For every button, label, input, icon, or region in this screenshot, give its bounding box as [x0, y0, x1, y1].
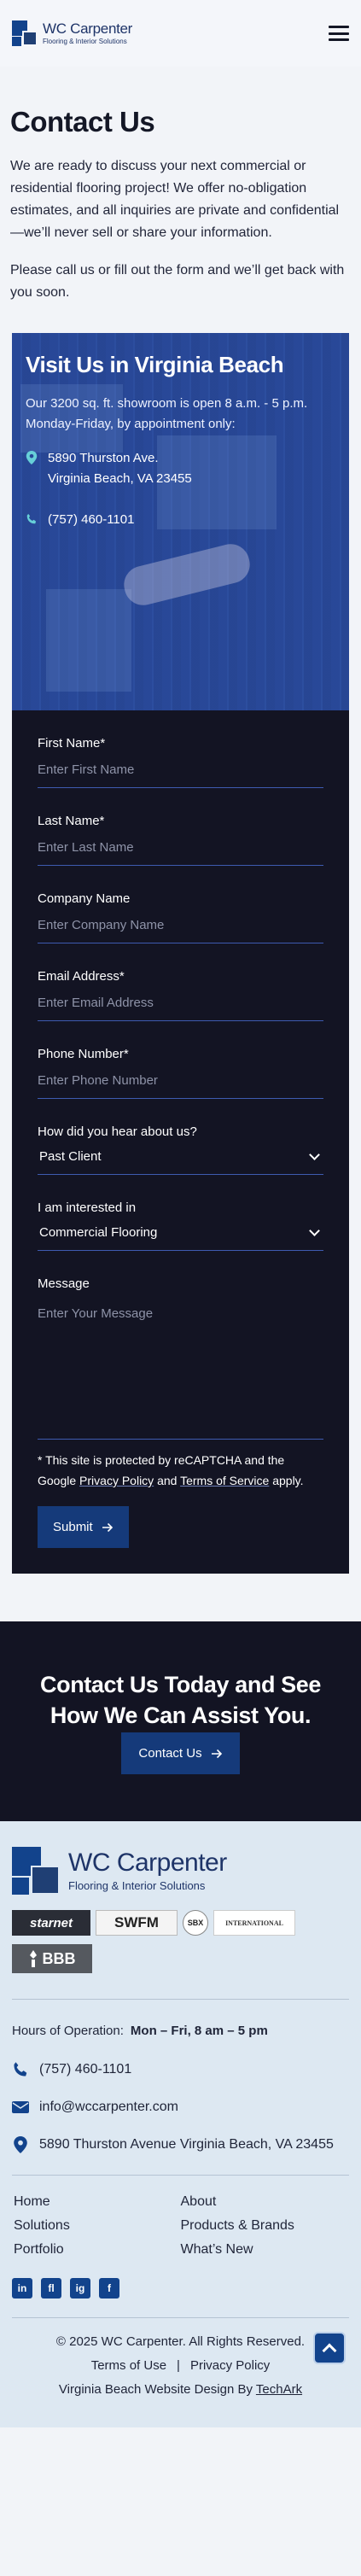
- site-footer: WC Carpenter Flooring & Interior Solutio…: [0, 1821, 361, 2427]
- intro-paragraph: Please call us or fill out the form and …: [10, 263, 345, 300]
- menu-icon[interactable]: [329, 26, 349, 41]
- address-line: 5890 Thurston Ave.: [48, 451, 159, 465]
- linkedin-icon[interactable]: in: [12, 2278, 32, 2299]
- page-title: Contact Us: [10, 106, 155, 137]
- international-badge: INTERNATIONAL: [213, 1910, 295, 1936]
- last-name-label: Last Name*: [38, 814, 105, 828]
- footer-brand-tagline: Flooring & Interior Solutions: [68, 1878, 206, 1892]
- intro-paragraph: We are ready to discuss your next commer…: [10, 159, 340, 240]
- bbb-badge: BBB: [12, 1944, 92, 1973]
- footer-email[interactable]: info@wccarpenter.com: [12, 2096, 349, 2118]
- footer-link-about[interactable]: About: [181, 2194, 348, 2210]
- facebook-icon[interactable]: f: [99, 2278, 119, 2299]
- recaptcha-notice: * This site is protected by reCAPTCHA an…: [38, 1453, 304, 1487]
- phone-input[interactable]: Enter Phone Number: [38, 1073, 323, 1099]
- hours-value: Mon – Fri, 8 am – 5 pm: [130, 2024, 268, 2038]
- visit-phone[interactable]: (757) 460-1101: [26, 510, 335, 530]
- intro-section: Contact Us We are ready to discuss your …: [0, 67, 361, 304]
- visit-description: Our 3200 sq. ft. showroom is open 8 a.m.…: [26, 396, 308, 431]
- first-name-input[interactable]: Enter First Name: [38, 762, 323, 788]
- footer-divider: [12, 2175, 349, 2176]
- submit-button-label: Submit: [53, 1520, 93, 1534]
- brand-tagline: Flooring & Interior Solutions: [43, 38, 127, 45]
- company-input[interactable]: Enter Company Name: [38, 918, 323, 943]
- interest-select-value: Commercial Flooring: [39, 1225, 158, 1240]
- visit-title: Visit Us in Virginia Beach: [26, 352, 284, 377]
- bbb-torch-icon: [29, 1950, 37, 1967]
- submit-button[interactable]: Submit: [38, 1506, 129, 1548]
- phone-icon: [14, 2062, 27, 2077]
- visit-card: Visit Us in Virginia Beach Our 3200 sq. …: [12, 333, 349, 710]
- starnet-badge: starnet: [12, 1910, 90, 1936]
- footer-link-products-brands[interactable]: Products & Brands: [181, 2218, 348, 2234]
- certification-badges: starnet SWFM SBX INTERNATIONAL BBB: [12, 1910, 349, 1973]
- visit-address: 5890 Thurston Ave. Virginia Beach, VA 23…: [26, 448, 335, 489]
- back-to-top-button[interactable]: [313, 2332, 346, 2364]
- privacy-policy-link[interactable]: Privacy Policy: [79, 1474, 154, 1487]
- social-links: in fl ig f: [12, 2278, 349, 2299]
- copyright: © 2025 WC Carpenter. All Rights Reserved…: [55, 2334, 306, 2349]
- chevron-up-icon: [322, 2343, 337, 2358]
- footer-link-home[interactable]: Home: [14, 2194, 181, 2210]
- footer-brand-name: WC Carpenter: [68, 1848, 227, 1877]
- footer-link-solutions[interactable]: Solutions: [14, 2218, 181, 2234]
- privacy-policy-link[interactable]: Privacy Policy: [190, 2358, 270, 2373]
- first-name-label: First Name*: [38, 736, 106, 751]
- envelope-icon: [12, 2101, 29, 2113]
- footer-legal: © 2025 WC Carpenter. All Rights Reserved…: [12, 2330, 349, 2402]
- last-name-input[interactable]: Enter Last Name: [38, 840, 323, 866]
- cta-title: Contact Us Today and See How We Can Assi…: [40, 1672, 321, 1726]
- interest-select[interactable]: Commercial Flooring: [38, 1220, 323, 1251]
- instagram-icon[interactable]: ig: [70, 2278, 90, 2299]
- email-input[interactable]: Enter Email Address: [38, 996, 323, 1021]
- site-header: WC Carpenter Flooring & Interior Solutio…: [0, 0, 361, 67]
- contact-us-button[interactable]: Contact Us: [121, 1732, 240, 1774]
- map-pin-icon: [26, 451, 38, 464]
- sbx-badge: SBX: [183, 1910, 208, 1936]
- footer-divider: [12, 1999, 349, 2000]
- email-label: Email Address*: [38, 969, 125, 984]
- arrow-right-icon: [211, 1749, 222, 1758]
- map-pin-icon: [14, 2136, 27, 2153]
- site-logo[interactable]: WC Carpenter Flooring & Interior Solutio…: [12, 20, 132, 46]
- contact-form: First Name* Enter First Name Last Name* …: [12, 710, 349, 1574]
- logo-mark-icon: [12, 1847, 60, 1895]
- arrow-right-icon: [102, 1522, 113, 1532]
- footer-link-whats-new[interactable]: What’s New: [181, 2242, 348, 2258]
- brand-name: WC Carpenter: [43, 20, 133, 37]
- footer-nav: Home About Solutions Products & Brands P…: [12, 2194, 349, 2258]
- flickr-icon[interactable]: fl: [41, 2278, 61, 2299]
- site-credit: Virginia Beach Website Design By TechArk: [58, 2382, 303, 2397]
- message-textarea[interactable]: Enter Your Message: [38, 1303, 323, 1440]
- chevron-down-icon: [309, 1149, 320, 1160]
- footer-divider: [12, 2317, 349, 2318]
- swfm-badge: SWFM: [96, 1910, 178, 1936]
- interest-label: I am interested in: [38, 1200, 137, 1215]
- referral-label: How did you hear about us?: [38, 1124, 197, 1139]
- phone-number: (757) 460-1101: [48, 512, 135, 527]
- footer-link-portfolio[interactable]: Portfolio: [14, 2242, 181, 2258]
- message-label: Message: [38, 1276, 90, 1291]
- hours-of-operation: Hours of Operation: Mon – Fri, 8 am – 5 p…: [12, 2024, 268, 2038]
- cta-section: Contact Us Today and See How We Can Assi…: [0, 1621, 361, 1821]
- company-label: Company Name: [38, 891, 131, 906]
- referral-select-value: Past Client: [39, 1149, 102, 1164]
- logo-mark-icon: [12, 20, 38, 46]
- phone-label: Phone Number*: [38, 1047, 129, 1061]
- terms-of-service-link[interactable]: Terms of Service: [180, 1474, 269, 1487]
- chevron-down-icon: [309, 1225, 320, 1236]
- phone-icon: [26, 513, 37, 524]
- terms-of-use-link[interactable]: Terms of Use: [91, 2358, 166, 2373]
- techark-link[interactable]: TechArk: [256, 2382, 302, 2397]
- footer-phone[interactable]: (757) 460-1101: [12, 2059, 349, 2081]
- contact-us-button-label: Contact Us: [138, 1746, 202, 1761]
- footer-logo[interactable]: WC Carpenter Flooring & Interior Solutio…: [12, 1847, 349, 1895]
- referral-select[interactable]: Past Client: [38, 1144, 323, 1175]
- footer-address: 5890 Thurston Avenue Virginia Beach, VA …: [12, 2134, 349, 2156]
- address-line: Virginia Beach, VA 23455: [48, 471, 192, 486]
